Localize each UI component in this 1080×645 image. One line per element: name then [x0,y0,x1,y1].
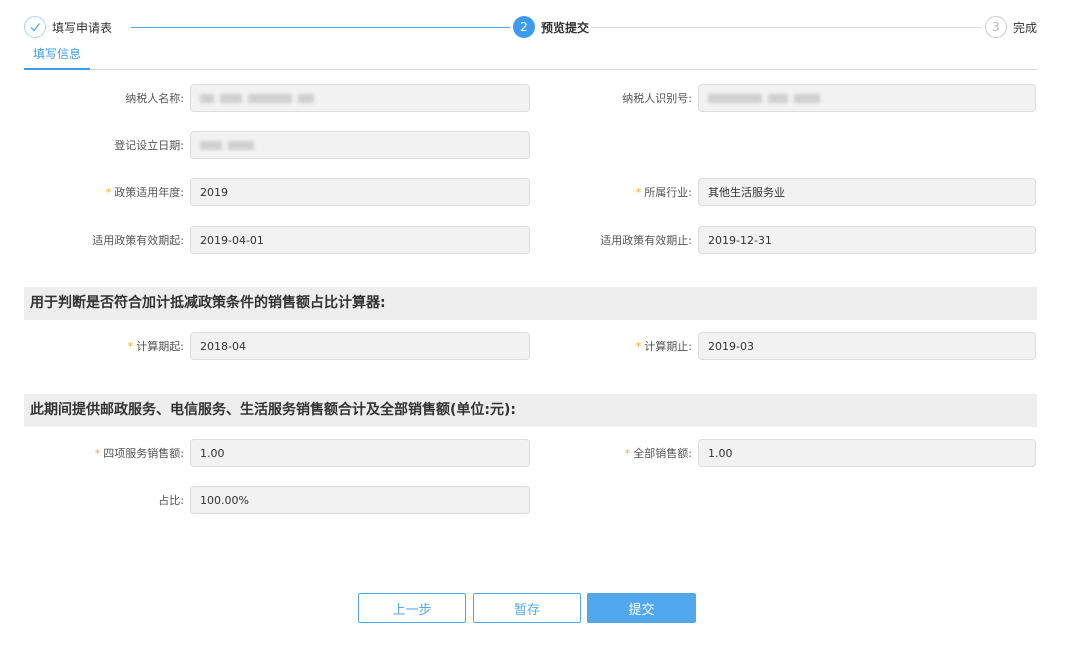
policy-end-input[interactable]: 2019-12-31 [698,226,1036,254]
policy-year-field: * 政策适用年度: 2019 [24,178,530,206]
step-complete: 3 完成 [982,14,1038,40]
section-sales-title: 此期间提供邮政服务、电信服务、生活服务销售额合计及全部销售额(单位:元): [24,394,1037,427]
industry-input[interactable]: 其他生活服务业 [698,178,1036,206]
total-sales-input[interactable]: 1.00 [698,439,1036,467]
policy-start-input[interactable]: 2019-04-01 [190,226,530,254]
redacted-text [200,93,214,103]
field-label: * 四项服务销售额: [94,447,184,460]
calc-start-field: * 计算期起: 2018-04 [24,332,530,360]
required-star: * [105,186,112,199]
step-label: 填写申请表 [52,20,113,35]
calc-end-field: * 计算期止: 2019-03 [530,332,1036,360]
progress-steps: 填写申请表 2 预览提交 3 完成 [24,14,1038,40]
step-line-1 [131,27,513,28]
tab-fill-info[interactable]: 填写信息 [24,45,90,70]
reg-date-field: 登记设立日期: [24,131,530,159]
field-label: 纳税人名称: [125,92,184,105]
field-label: * 所属行业: [635,186,692,199]
step-number: 2 [513,16,535,38]
industry-field: * 所属行业: 其他生活服务业 [530,178,1036,206]
field-label: * 全部销售额: [624,447,692,460]
required-star: * [94,447,101,460]
calc-start-input[interactable]: 2018-04 [190,332,530,360]
submit-button[interactable]: 提交 [587,593,696,623]
field-label: * 计算期止: [635,340,692,353]
redacted-text [220,93,242,103]
four-services-sales-field: * 四项服务销售额: 1.00 [24,439,530,467]
redacted-text [768,93,788,103]
check-icon [24,16,46,38]
field-label: 适用政策有效期起: [92,234,184,247]
step-label: 完成 [1013,20,1038,35]
ratio-input[interactable]: 100.00% [190,486,530,514]
taxpayer-name-field: 纳税人名称: [24,84,530,112]
required-star: * [624,447,631,460]
required-star: * [635,340,642,353]
section-calculator-title: 用于判断是否符合加计抵减政策条件的销售额占比计算器: [24,287,1037,320]
four-services-sales-input[interactable]: 1.00 [190,439,530,467]
redacted-text [708,93,762,103]
step-fill-form: 填写申请表 [24,14,113,40]
step-label: 预览提交 [541,20,590,35]
field-label: 占比: [158,494,184,507]
taxpayer-id-input[interactable] [698,84,1036,112]
taxpayer-id-field: 纳税人识别号: [530,84,1036,112]
field-label: * 政策适用年度: [105,186,184,199]
tab-bar: 填写信息 [24,45,1037,70]
step-preview-submit: 2 预览提交 [510,14,590,40]
redacted-text [248,93,292,103]
step-line-2 [591,27,983,28]
field-label: 纳税人识别号: [622,92,692,105]
prev-step-button[interactable]: 上一步 [358,593,466,623]
step-number: 3 [985,16,1007,38]
redacted-text [200,140,222,150]
calc-end-input[interactable]: 2019-03 [698,332,1036,360]
field-label: 登记设立日期: [114,139,184,152]
redacted-text [298,93,314,103]
save-draft-button[interactable]: 暂存 [473,593,581,623]
policy-year-input[interactable]: 2019 [190,178,530,206]
policy-end-field: 适用政策有效期止: 2019-12-31 [530,226,1036,254]
redacted-text [794,93,820,103]
reg-date-input[interactable] [190,131,530,159]
field-label: * 计算期起: [127,340,184,353]
field-label: 适用政策有效期止: [600,234,692,247]
policy-start-field: 适用政策有效期起: 2019-04-01 [24,226,530,254]
redacted-text [228,140,254,150]
total-sales-field: * 全部销售额: 1.00 [530,439,1036,467]
taxpayer-name-input[interactable] [190,84,530,112]
required-star: * [127,340,134,353]
required-star: * [635,186,642,199]
ratio-field: 占比: 100.00% [24,486,530,514]
